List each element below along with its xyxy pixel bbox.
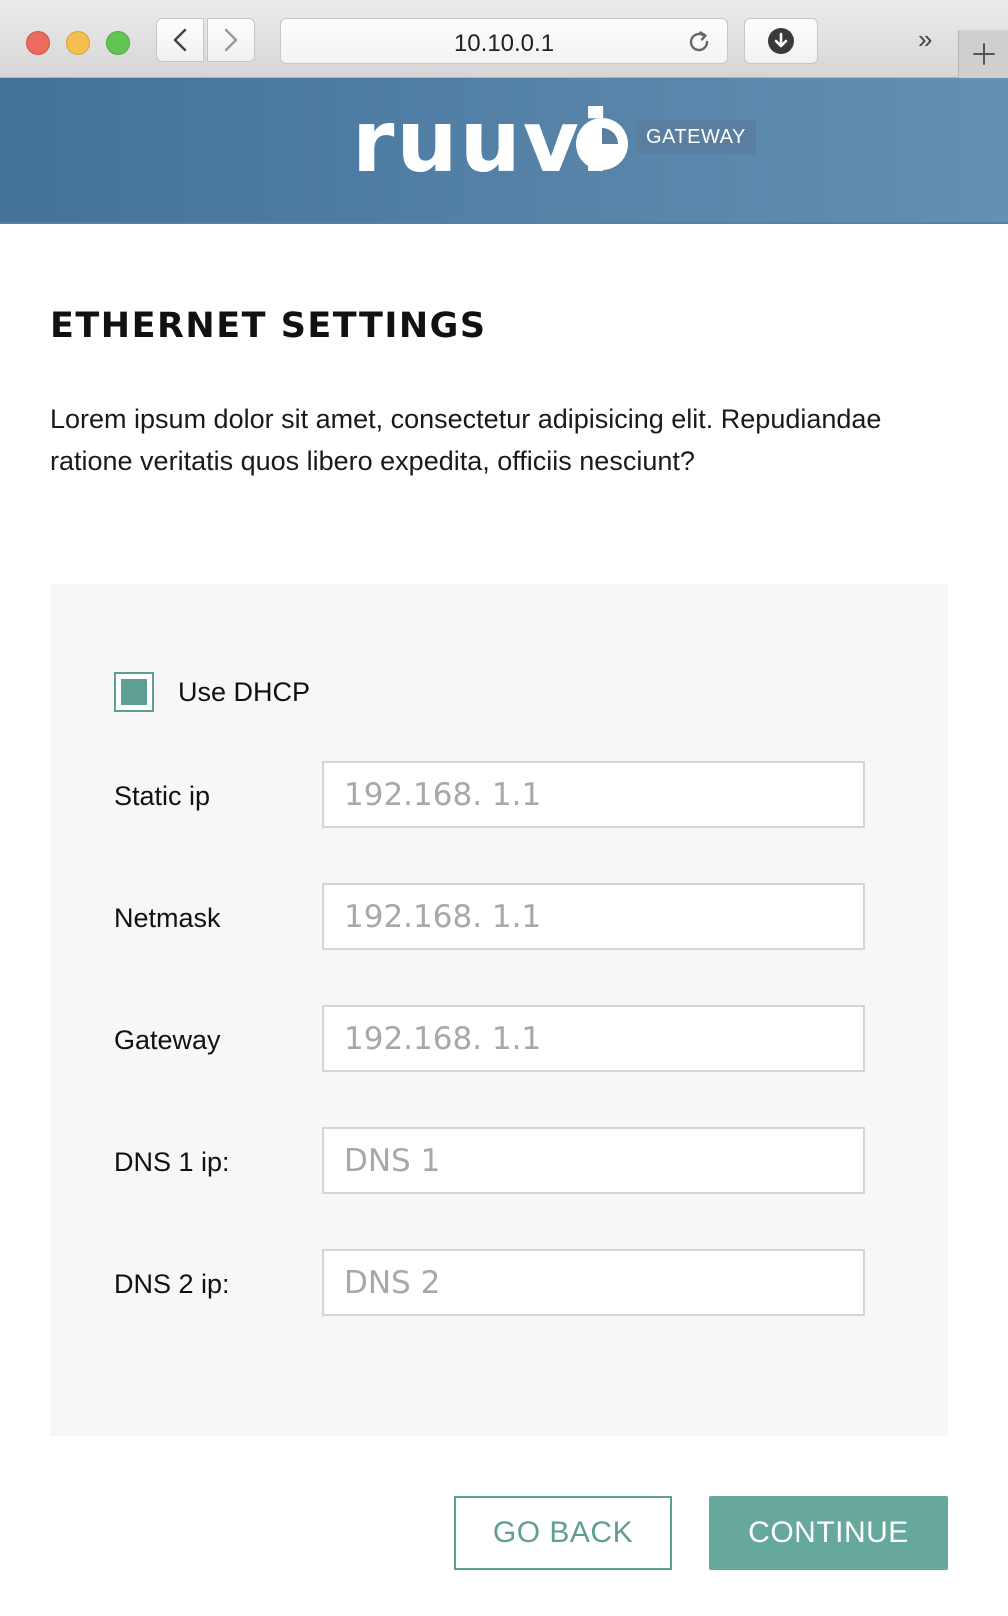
chevron-left-icon <box>173 28 187 52</box>
downloads-button[interactable] <box>744 18 818 64</box>
go-back-button[interactable]: GO BACK <box>454 1496 672 1570</box>
plus-icon <box>972 43 995 65</box>
minimize-window-button[interactable] <box>66 31 90 55</box>
forward-button[interactable] <box>207 18 255 62</box>
url-text: 10.10.0.1 <box>453 30 555 57</box>
ruuvi-logo-icon <box>576 118 628 170</box>
dns1-label: DNS 1 ip: <box>114 1147 230 1177</box>
app-header: ruuvi GATEWAY <box>0 78 1008 224</box>
dns1-input[interactable] <box>322 1127 865 1194</box>
gateway-label: Gateway <box>114 1025 221 1055</box>
dns2-input[interactable] <box>322 1249 865 1316</box>
netmask-label: Netmask <box>114 903 221 933</box>
gateway-badge: GATEWAY <box>636 120 756 154</box>
page-description: Lorem ipsum dolor sit amet, consectetur … <box>50 404 882 476</box>
reload-icon[interactable] <box>687 29 713 60</box>
browser-toolbar: 10.10.0.1 » <box>0 0 1008 78</box>
netmask-input[interactable] <box>322 883 865 950</box>
dhcp-checkbox[interactable] <box>114 672 154 712</box>
chevron-right-icon <box>224 28 238 52</box>
continue-button[interactable]: CONTINUE <box>709 1496 948 1570</box>
address-bar[interactable]: 10.10.0.1 <box>280 18 728 64</box>
zoom-window-button[interactable] <box>106 31 130 55</box>
page-title: ETHERNET SETTINGS <box>50 306 487 346</box>
back-button[interactable] <box>156 18 204 62</box>
gateway-input[interactable] <box>322 1005 865 1072</box>
dns2-label: DNS 2 ip: <box>114 1269 230 1299</box>
close-window-button[interactable] <box>26 31 50 55</box>
download-icon <box>768 28 794 54</box>
new-tab-button[interactable] <box>958 30 1008 78</box>
checkbox-check-mark <box>121 679 147 705</box>
static-ip-label: Static ip <box>114 781 211 811</box>
static-ip-input[interactable] <box>322 761 865 828</box>
more-tabs-button[interactable]: » <box>918 24 932 55</box>
dhcp-label: Use DHCP <box>178 677 311 707</box>
